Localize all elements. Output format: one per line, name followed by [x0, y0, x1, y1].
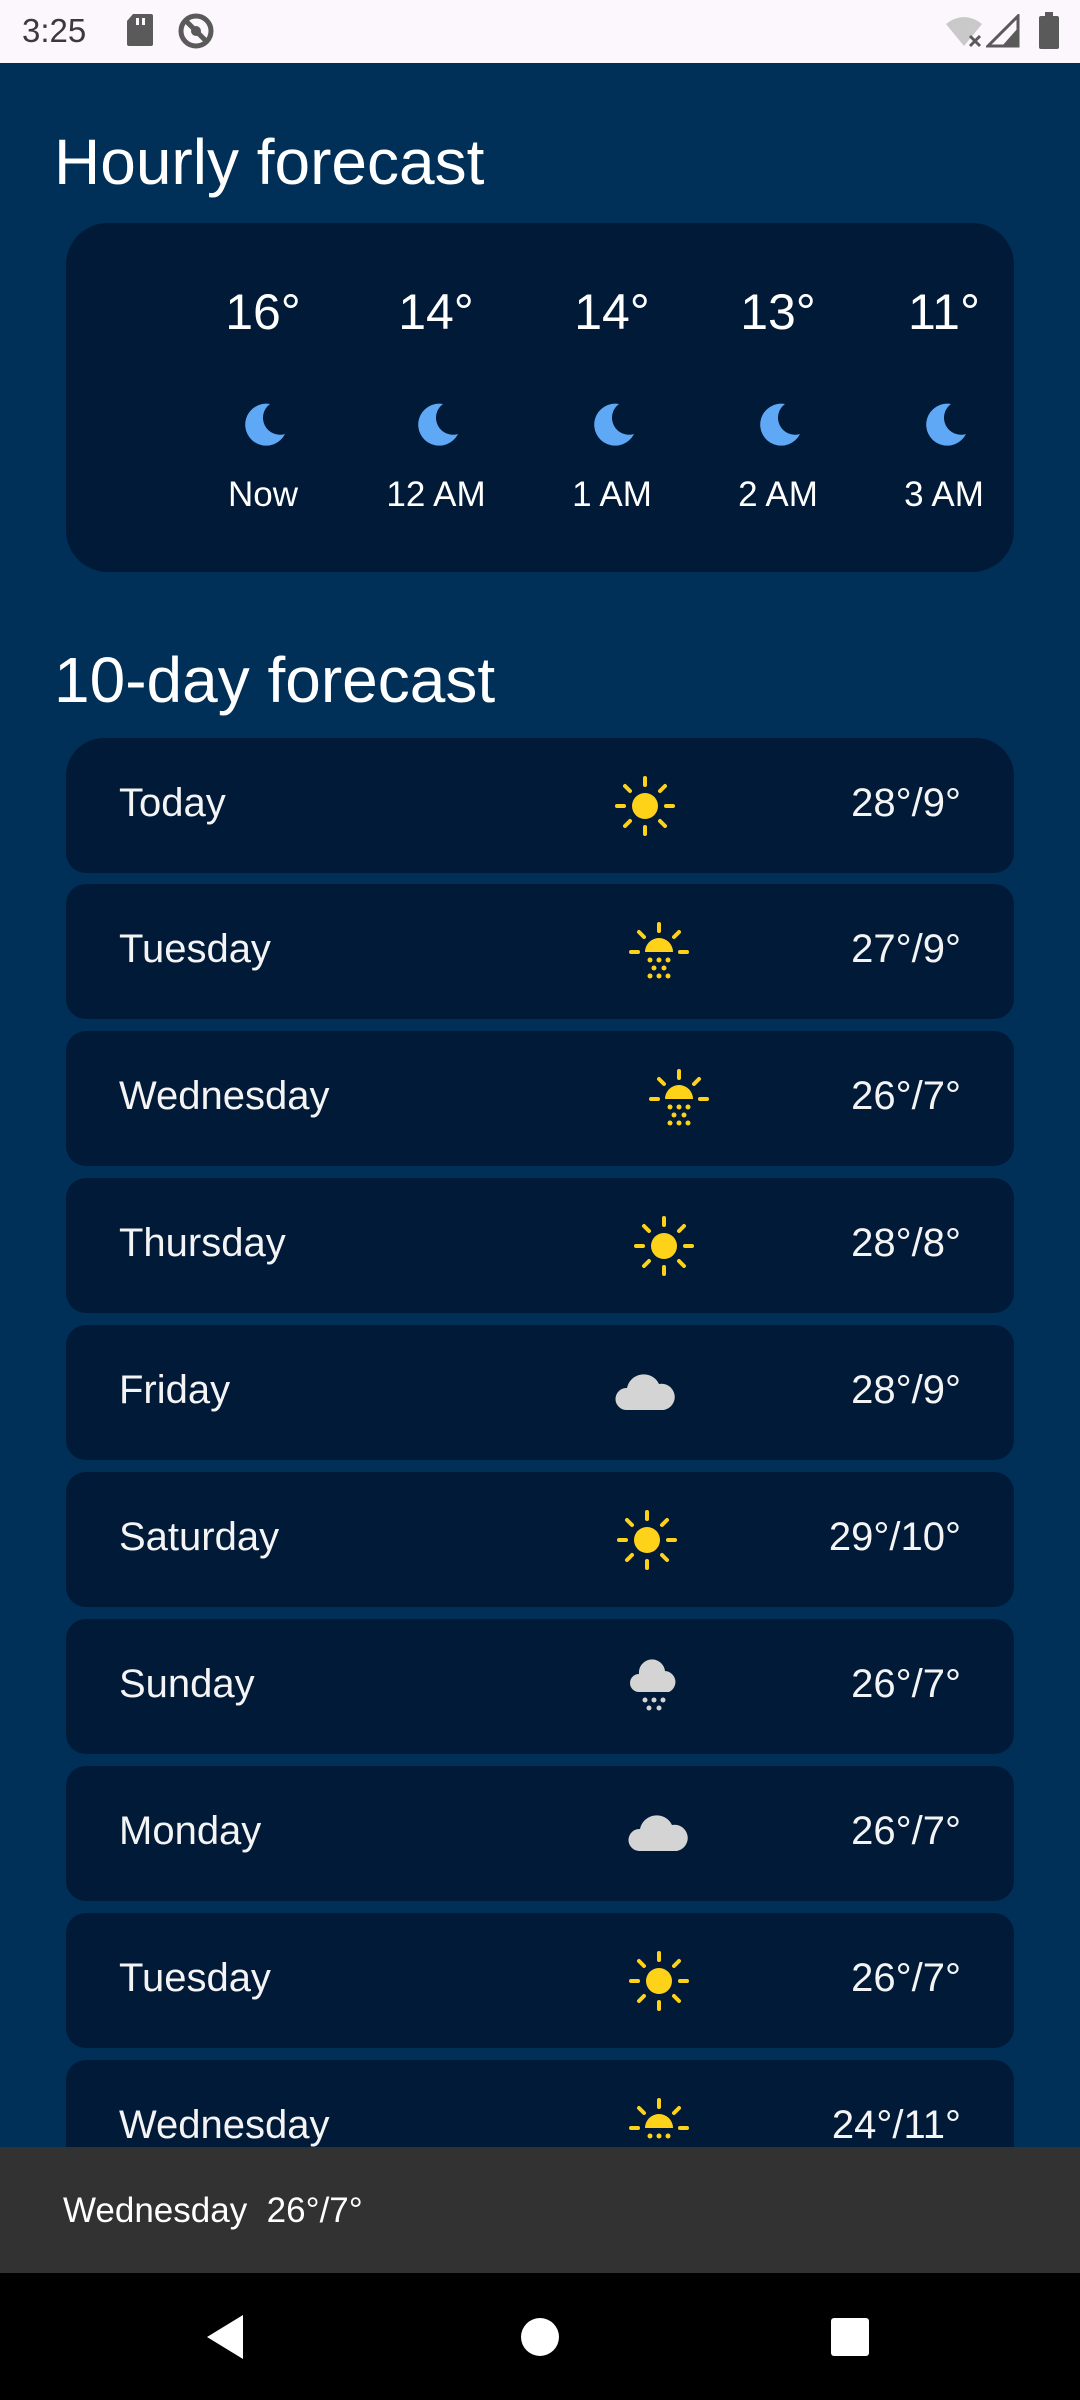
- hourly-label: 3 AM: [904, 475, 984, 514]
- forecast-row-thursday[interactable]: Thursday 28°/8°: [66, 1178, 1014, 1313]
- hourly-label: 2 AM: [738, 475, 818, 514]
- sunny-icon: [615, 776, 675, 836]
- forecast-day: Today: [119, 781, 226, 825]
- forecast-day: Monday: [119, 1809, 262, 1853]
- sunny-haze-icon: [629, 922, 689, 979]
- forecast-row-wednesday-2[interactable]: Wednesday 24°/11°: [66, 2060, 1014, 2147]
- moon-icon: [418, 403, 458, 446]
- forecast-day: Tuesday: [119, 1956, 271, 2000]
- moon-icon: [760, 403, 800, 446]
- forecast-day: Wednesday: [119, 2103, 330, 2147]
- hourly-temp: 13°: [740, 284, 816, 340]
- hourly-forecast-card: 16° Now 14° 12 AM 14° 1 AM 13° 2 AM 11° …: [66, 223, 1014, 572]
- forecast-row-tuesday[interactable]: Tuesday 27°/9°: [66, 884, 1014, 1019]
- recents-icon[interactable]: [830, 2317, 870, 2357]
- forecast-day: Sunday: [119, 1662, 255, 1706]
- hourly-temp: 16°: [225, 284, 301, 340]
- forecast-temps: 26°/7°: [851, 1074, 961, 1118]
- sunny-haze-icon: [629, 2098, 689, 2139]
- forecast-temps: 28°/9°: [851, 781, 961, 825]
- forecast-temps: 26°/7°: [851, 1662, 961, 1706]
- forecast-temps: 28°/8°: [851, 1221, 961, 1265]
- hourly-temp: 14°: [398, 284, 474, 340]
- wifi-off-icon: [946, 17, 982, 48]
- ten-day-forecast-title: 10-day forecast: [54, 644, 496, 716]
- snackbar-temps: 26°/7°: [266, 2191, 363, 2230]
- battery-icon: [1039, 12, 1059, 49]
- sunny-icon: [617, 1510, 677, 1570]
- sunny-haze-icon: [649, 1069, 709, 1126]
- forecast-temps: 29°/10°: [828, 1515, 961, 1559]
- forecast-row-wednesday[interactable]: Wednesday 26°/7°: [66, 1031, 1014, 1166]
- moon-icon: [245, 403, 285, 446]
- hourly-item: 11° 3 AM: [854, 223, 1034, 572]
- hourly-forecast-title: Hourly forecast: [54, 126, 485, 198]
- forecast-temps: 28°/9°: [851, 1368, 961, 1412]
- hourly-label: 12 AM: [386, 475, 486, 514]
- hourly-label: 1 AM: [572, 475, 652, 514]
- forecast-row-monday[interactable]: Monday 26°/7°: [66, 1766, 1014, 1901]
- signal-icon: [986, 14, 1020, 48]
- hourly-temp: 11°: [908, 284, 980, 340]
- sd-card-icon: [127, 14, 153, 46]
- snackbar-text: Wednesday 26°/7°: [63, 2191, 363, 2231]
- home-icon[interactable]: [520, 2317, 560, 2357]
- forecast-row-sunday[interactable]: Sunday 26°/7°: [66, 1619, 1014, 1754]
- hourly-item: 14° 12 AM: [346, 223, 526, 572]
- snackbar-day: Wednesday: [63, 2191, 248, 2230]
- cloud-icon: [628, 1815, 688, 1851]
- do-not-disturb-icon: [178, 13, 214, 49]
- hourly-item: 13° 2 AM: [688, 223, 868, 572]
- forecast-temps: 27°/9°: [851, 927, 961, 971]
- hourly-label: Now: [227, 475, 299, 514]
- forecast-temps: 24°/11°: [831, 2103, 961, 2147]
- status-bar: 3:25: [0, 0, 1080, 63]
- hourly-item: 14° 1 AM: [522, 223, 702, 572]
- status-time: 3:25: [22, 12, 87, 49]
- forecast-temps: 26°/7°: [851, 1956, 961, 2000]
- sunny-icon: [629, 1951, 689, 2011]
- forecast-day: Saturday: [119, 1515, 280, 1559]
- sunny-icon: [634, 1216, 694, 1276]
- forecast-scroll-area[interactable]: Hourly forecast 16° Now 14° 12 AM 14° 1 …: [0, 63, 1080, 2147]
- snackbar: Wednesday 26°/7°: [0, 2147, 1080, 2273]
- cloud-icon: [615, 1374, 675, 1410]
- forecast-day: Friday: [119, 1368, 231, 1412]
- back-icon[interactable]: [203, 2313, 247, 2361]
- moon-icon: [594, 403, 634, 446]
- forecast-row-saturday[interactable]: Saturday 29°/10°: [66, 1472, 1014, 1607]
- moon-icon: [926, 403, 966, 446]
- forecast-row-friday[interactable]: Friday 28°/9°: [66, 1325, 1014, 1460]
- forecast-day: Thursday: [119, 1221, 286, 1265]
- forecast-row-tuesday-2[interactable]: Tuesday 26°/7°: [66, 1913, 1014, 2048]
- forecast-temps: 26°/7°: [851, 1809, 961, 1853]
- system-nav-bar: [0, 2273, 1080, 2400]
- hourly-temp: 14°: [574, 284, 650, 340]
- forecast-day: Wednesday: [119, 1074, 330, 1118]
- forecast-day: Tuesday: [119, 927, 271, 971]
- forecast-row-today[interactable]: Today 28°/9°: [66, 738, 1014, 873]
- snow-cloud-icon: [630, 1659, 676, 1711]
- hourly-item: 16° Now: [173, 223, 353, 572]
